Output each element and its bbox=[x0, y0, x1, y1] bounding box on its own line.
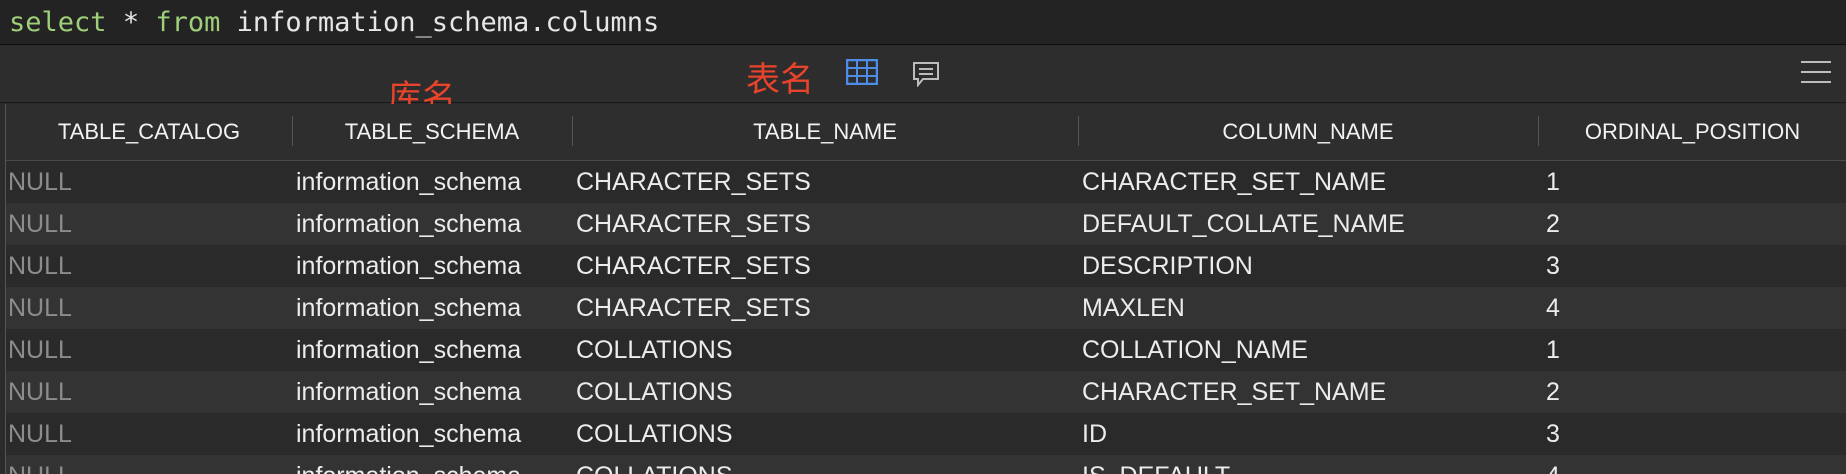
cell-column-name[interactable]: ID bbox=[1078, 413, 1538, 455]
column-header-table-catalog[interactable]: TABLE_CATALOG bbox=[6, 104, 292, 161]
table-row[interactable]: NULL information_schema CHARACTER_SETS D… bbox=[6, 245, 1846, 287]
cell-ordinal-position[interactable]: 3 bbox=[1538, 413, 1846, 455]
results-grid[interactable]: TABLE_CATALOG TABLE_SCHEMA TABLE_NAME CO… bbox=[5, 104, 1846, 474]
cell-ordinal-position[interactable]: 4 bbox=[1538, 455, 1846, 474]
cell-table-name[interactable]: COLLATIONS bbox=[572, 371, 1078, 413]
cell-ordinal-position[interactable]: 1 bbox=[1538, 160, 1846, 203]
text-view-icon[interactable] bbox=[912, 61, 940, 92]
cell-ordinal-position[interactable]: 1 bbox=[1538, 329, 1846, 371]
column-header-table-schema[interactable]: TABLE_SCHEMA bbox=[292, 104, 572, 161]
cell-table-schema[interactable]: information_schema bbox=[292, 371, 572, 413]
cell-column-name[interactable]: DESCRIPTION bbox=[1078, 245, 1538, 287]
cell-table-name[interactable]: CHARACTER_SETS bbox=[572, 287, 1078, 329]
cell-table-schema[interactable]: information_schema bbox=[292, 203, 572, 245]
cell-ordinal-position[interactable]: 3 bbox=[1538, 245, 1846, 287]
cell-table-name[interactable]: COLLATIONS bbox=[572, 329, 1078, 371]
column-header-ordinal-position[interactable]: ORDINAL_POSITION bbox=[1538, 104, 1846, 161]
cell-ordinal-position[interactable]: 2 bbox=[1538, 203, 1846, 245]
cell-table-catalog[interactable]: NULL bbox=[6, 371, 292, 413]
cell-table-schema[interactable]: information_schema bbox=[292, 160, 572, 203]
header-row: TABLE_CATALOG TABLE_SCHEMA TABLE_NAME CO… bbox=[6, 104, 1846, 161]
keyword-from: from bbox=[155, 7, 221, 38]
cell-table-catalog[interactable]: NULL bbox=[6, 455, 292, 474]
cell-table-catalog[interactable]: NULL bbox=[6, 413, 292, 455]
table-row[interactable]: NULL information_schema COLLATIONS COLLA… bbox=[6, 329, 1846, 371]
cell-ordinal-position[interactable]: 2 bbox=[1538, 371, 1846, 413]
cell-table-schema[interactable]: information_schema bbox=[292, 245, 572, 287]
table-row[interactable]: NULL information_schema CHARACTER_SETS D… bbox=[6, 203, 1846, 245]
cell-table-name[interactable]: CHARACTER_SETS bbox=[572, 245, 1078, 287]
table-annotation: 表名 bbox=[746, 60, 814, 100]
hamburger-menu-icon[interactable] bbox=[1800, 59, 1832, 90]
column-header-column-name[interactable]: COLUMN_NAME bbox=[1078, 104, 1538, 161]
sql-editor[interactable]: select * from information_schema.columns bbox=[0, 0, 1846, 45]
cell-table-catalog[interactable]: NULL bbox=[6, 329, 292, 371]
cell-table-schema[interactable]: information_schema bbox=[292, 455, 572, 474]
grid-view-icon[interactable] bbox=[845, 58, 879, 90]
cell-column-name[interactable]: CHARACTER_SET_NAME bbox=[1078, 371, 1538, 413]
table-row[interactable]: NULL information_schema COLLATIONS ID 3 bbox=[6, 413, 1846, 455]
select-star: * bbox=[122, 7, 140, 38]
cell-table-catalog[interactable]: NULL bbox=[6, 245, 292, 287]
cell-column-name[interactable]: IS_DEFAULT bbox=[1078, 455, 1538, 474]
cell-table-schema[interactable]: information_schema bbox=[292, 287, 572, 329]
cell-column-name[interactable]: DEFAULT_COLLATE_NAME bbox=[1078, 203, 1538, 245]
cell-table-name[interactable]: COLLATIONS bbox=[572, 455, 1078, 474]
column-header-table-name[interactable]: TABLE_NAME bbox=[572, 104, 1078, 161]
cell-table-catalog[interactable]: NULL bbox=[6, 203, 292, 245]
keyword-select: select bbox=[9, 7, 107, 38]
cell-table-name[interactable]: CHARACTER_SETS bbox=[572, 160, 1078, 203]
cell-ordinal-position[interactable]: 4 bbox=[1538, 287, 1846, 329]
cell-table-schema[interactable]: information_schema bbox=[292, 413, 572, 455]
table-row[interactable]: NULL information_schema CHARACTER_SETS M… bbox=[6, 287, 1846, 329]
table-row[interactable]: NULL information_schema COLLATIONS CHARA… bbox=[6, 371, 1846, 413]
cell-table-name[interactable]: CHARACTER_SETS bbox=[572, 203, 1078, 245]
cell-table-name[interactable]: COLLATIONS bbox=[572, 413, 1078, 455]
table-reference: information_schema.columns bbox=[236, 7, 660, 38]
cell-column-name[interactable]: MAXLEN bbox=[1078, 287, 1538, 329]
table-row[interactable]: NULL information_schema CHARACTER_SETS C… bbox=[6, 160, 1846, 203]
cell-column-name[interactable]: CHARACTER_SET_NAME bbox=[1078, 160, 1538, 203]
table-row[interactable]: NULL information_schema COLLATIONS IS_DE… bbox=[6, 455, 1846, 474]
cell-table-catalog[interactable]: NULL bbox=[6, 287, 292, 329]
cell-column-name[interactable]: COLLATION_NAME bbox=[1078, 329, 1538, 371]
cell-table-catalog[interactable]: NULL bbox=[6, 160, 292, 203]
cell-table-schema[interactable]: information_schema bbox=[292, 329, 572, 371]
